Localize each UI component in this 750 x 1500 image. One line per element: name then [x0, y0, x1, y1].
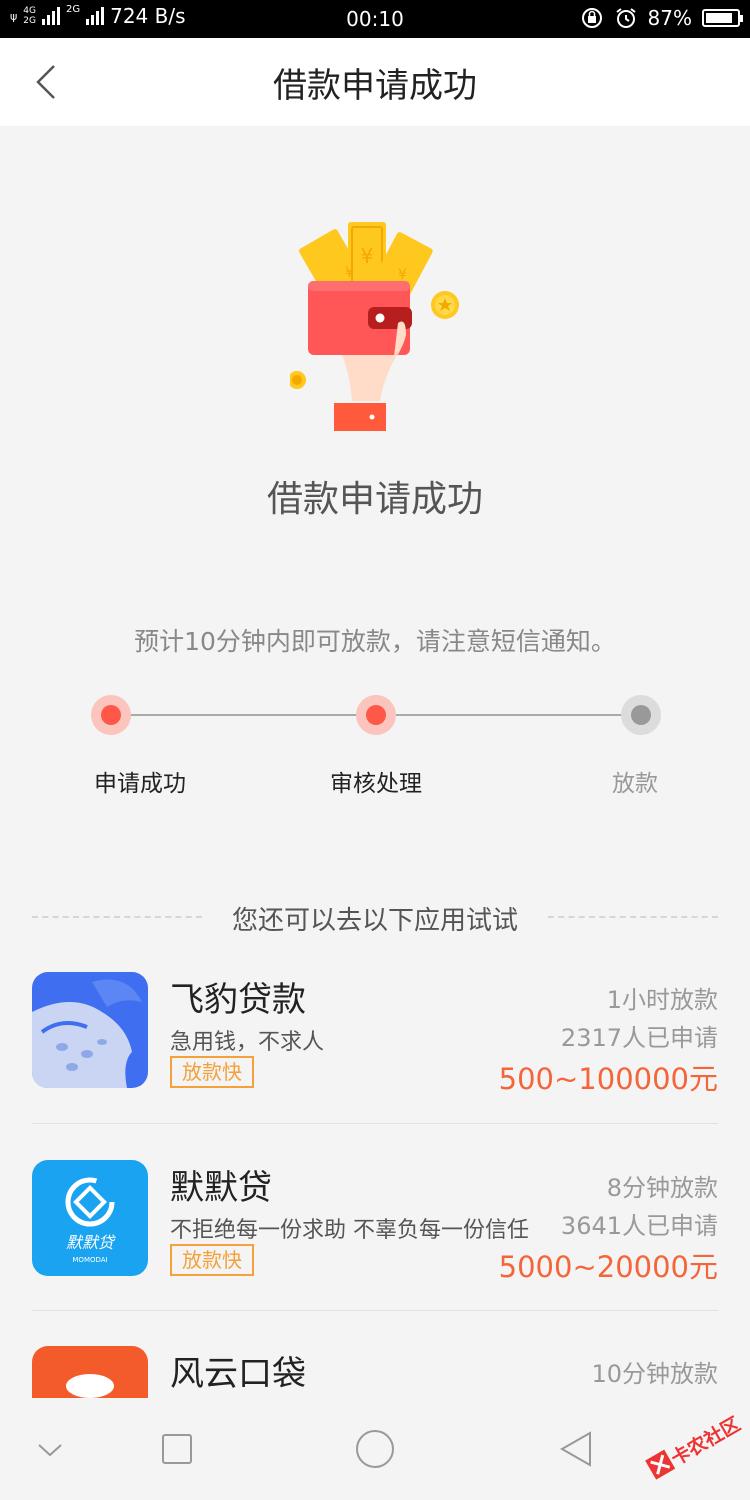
home-icon[interactable]	[355, 1429, 395, 1469]
step-dot-disburse	[621, 695, 661, 735]
recommend-title: 您还可以去以下应用试试	[231, 906, 518, 936]
svg-text:MOMODAI: MOMODAI	[72, 1256, 107, 1264]
sleeve	[334, 403, 386, 431]
svg-text:¥: ¥	[398, 267, 407, 283]
svg-text:¥: ¥	[361, 244, 374, 268]
watermark-text: 卡农社区	[667, 1412, 744, 1470]
step-label-apply: 申请成功	[94, 771, 186, 797]
app-speed: 10分钟放款	[591, 1360, 718, 1388]
app-name: 风云口袋	[170, 1354, 306, 1394]
nav-bar: 借款申请成功	[0, 38, 750, 126]
app-tag: 放款快	[170, 1056, 254, 1088]
step-connector	[131, 714, 357, 716]
step-connector	[396, 714, 622, 716]
wallet-hand-illustration: ¥ ¥ ¥	[290, 222, 459, 431]
app-name: 飞豹贷款	[170, 980, 306, 1020]
app-applicants: 3641人已申请	[560, 1212, 718, 1240]
page-title: 借款申请成功	[273, 66, 477, 106]
app-desc: 不拒绝每一份求助 不辜负每一份信任	[170, 1218, 529, 1243]
step-dot-review	[356, 695, 396, 735]
app-name: 默默贷	[170, 1168, 272, 1208]
system-nav-bar	[0, 1398, 750, 1500]
app-desc: 急用钱，不求人	[170, 1030, 325, 1055]
momodai-logo-icon: 默默贷 MOMODAI	[32, 1160, 148, 1276]
step-label-disburse: 放款	[612, 771, 658, 797]
status-bar: ψ 4G 2G 2G 724 B/s 00:10 87%	[0, 0, 750, 38]
svg-text:默默贷: 默默贷	[66, 1233, 116, 1252]
app-speed: 8分钟放款	[606, 1174, 718, 1202]
svg-text:¥: ¥	[345, 265, 354, 281]
coin-icon	[431, 291, 459, 319]
money-bag-logo-icon	[32, 1346, 148, 1398]
result-notice: 预计10分钟内即可放款，请注意短信通知。	[134, 627, 616, 656]
app-speed: 1小时放款	[606, 986, 718, 1014]
community-watermark: 卡农社区	[639, 1410, 744, 1480]
result-title: 借款申请成功	[266, 479, 483, 520]
app-tag: 放款快	[170, 1244, 254, 1276]
small-coin-icon	[290, 371, 306, 389]
list-separator	[32, 1310, 718, 1311]
status-right: 87%	[580, 6, 743, 30]
app-amount: 500~100000元	[498, 1062, 718, 1096]
chevron-down-icon[interactable]	[36, 1440, 64, 1460]
back-triangle-icon[interactable]	[558, 1431, 594, 1467]
app-item-feibao[interactable]: 飞豹贷款 急用钱，不求人 放款快 1小时放款 2317人已申请 500~1000…	[32, 972, 718, 1158]
rotation-lock-icon	[581, 8, 602, 28]
alarm-icon	[615, 8, 636, 28]
battery-percent: 87%	[647, 6, 692, 30]
step-dot-apply	[91, 695, 131, 735]
app-item-momodai[interactable]: 默默贷 MOMODAI 默默贷 不拒绝每一份求助 不辜负每一份信任 放款快 8分…	[32, 1160, 718, 1346]
list-separator	[32, 1123, 718, 1124]
app-amount: 5000~20000元	[498, 1250, 718, 1284]
app-item-fengyun[interactable]: 风云口袋 10分钟放款	[32, 1346, 718, 1398]
step-label-review: 审核处理	[330, 771, 422, 797]
recent-apps-icon[interactable]	[161, 1433, 193, 1465]
app-applicants: 2317人已申请	[560, 1024, 718, 1052]
battery-icon	[702, 9, 743, 27]
leopard-logo-icon	[32, 972, 148, 1088]
